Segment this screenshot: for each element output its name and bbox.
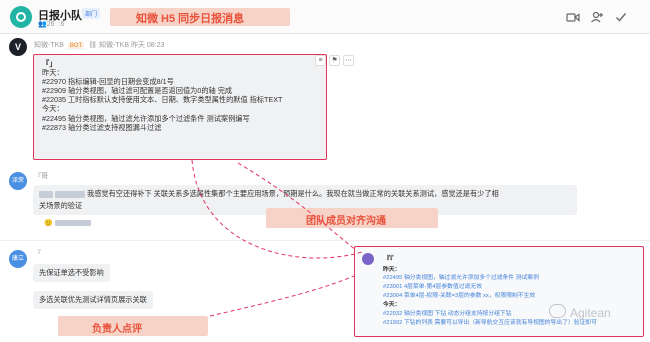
bot-avatar[interactable]: V bbox=[9, 38, 27, 56]
message-divider bbox=[0, 240, 650, 241]
mention-blur bbox=[55, 190, 85, 198]
quote-line: #22495 轴分类视图，轴过滤允许添加多个过滤条件 测试案例 bbox=[383, 275, 539, 281]
bot-line: 今天： bbox=[42, 104, 64, 114]
bot-line: #22970 指标编辑-回显的日期会变成8/1号 bbox=[42, 77, 174, 87]
reply1-sender[interactable]: 『哥 bbox=[34, 171, 48, 181]
bot-author: 『」 bbox=[42, 59, 57, 68]
annotation-bottom: 负责人点评 bbox=[92, 324, 142, 335]
group-logo-icon[interactable] bbox=[10, 6, 32, 28]
bot-message-meta: 知微-TKB BOT ⛓ 知微-TKB 昨天 08:23 bbox=[34, 40, 164, 50]
reply1-line1: 我感觉有空还得补下 关联关系多选属性集那个主要应用场景，预期是什么。我现在就当做… bbox=[39, 188, 571, 200]
reply1-text-line1: 我感觉有空还得补下 关联关系多选属性集那个主要应用场景，预期是什么。我现在就当做… bbox=[87, 189, 499, 198]
more-action-icon[interactable]: ⋯ bbox=[343, 55, 354, 66]
reply2-text2: 多选关联优先测试详情页展示关联 bbox=[39, 295, 147, 304]
reply1-avatar[interactable]: 泽荣 bbox=[9, 172, 27, 190]
bot-sender-repeat: 知微-TKB bbox=[99, 42, 129, 49]
watermark: Agitean bbox=[570, 306, 611, 320]
dept-badge: 部门 bbox=[82, 8, 101, 19]
reply2-bubble-2[interactable]: 多选关联优先测试详情页展示关联 bbox=[33, 291, 153, 309]
flag-action-icon[interactable]: ⚑ bbox=[329, 55, 340, 66]
bot-line: 昨天： bbox=[42, 68, 64, 78]
quote-line: #23004 菜单4层-权限-关联=3层的参数 xx，权限限制不生效 bbox=[383, 293, 536, 299]
member-count: 26 bbox=[46, 21, 55, 28]
quote-line: #21992 下钻的列表 需要可以导出（新导航交互应该就有导视图的导出了）验证即… bbox=[383, 320, 597, 326]
bot-sender[interactable]: 知微-TKB bbox=[34, 42, 64, 49]
reply2-bubble-1[interactable]: 先保证单选不受影响 bbox=[33, 264, 110, 282]
quote-line: 昨天： bbox=[383, 267, 401, 273]
bot-message-bubble[interactable]: 『」 昨天： #22970 指标编辑-回显的日期会变成8/1号 #22909 轴… bbox=[33, 54, 327, 160]
mention-blur bbox=[39, 190, 53, 198]
list-action-icon[interactable]: ≡ bbox=[315, 55, 326, 66]
quote-line: #23001 4层菜单-第4层参数值过滤无效 bbox=[383, 284, 482, 290]
video-icon[interactable] bbox=[566, 10, 580, 24]
check-icon[interactable] bbox=[614, 10, 628, 24]
online-count: 6 bbox=[60, 21, 65, 28]
quote-line: #22932 轴分类视图 下钻 动态分组支持按分组下钻 bbox=[383, 311, 512, 317]
chat-header: 日报小队 部门 👥26 ◌6 知微 H5 同步日报消息 bbox=[0, 0, 650, 34]
reply2-sender[interactable]: 『 bbox=[34, 248, 41, 258]
members-icon: 👥 bbox=[38, 21, 47, 28]
member-stats[interactable]: 👥26 ◌6 bbox=[38, 20, 65, 28]
reply2-avatar[interactable]: 康立 bbox=[9, 250, 27, 268]
bot-line: #22035 工时指标默认支持使用文本、日期、数字类型属性的默值 指标TEXT bbox=[42, 95, 283, 105]
bot-line: #22909 轴分类视图，轴过滤可配置是否返回值为0的轴 完成 bbox=[42, 86, 233, 96]
add-member-icon[interactable] bbox=[590, 10, 604, 24]
emoji-reaction-icon: 🙂 bbox=[44, 220, 53, 227]
reaction-row[interactable]: 🙂 bbox=[44, 219, 91, 231]
wechat-logo-icon bbox=[549, 304, 566, 318]
annotation-top: 知微 H5 同步日报消息 bbox=[136, 13, 245, 25]
quote-author: 『『 bbox=[383, 256, 394, 263]
quote-avatar bbox=[362, 253, 374, 265]
bot-tag: BOT bbox=[67, 43, 85, 49]
quote-line: 今天： bbox=[383, 302, 401, 308]
annotation-middle: 团队成员对齐沟通 bbox=[306, 216, 386, 227]
reply2-text1: 先保证单选不受影响 bbox=[39, 268, 104, 277]
link-icon: ⛓ bbox=[88, 42, 98, 49]
bot-line: #22495 轴分类视图，轴过滤允许添加多个过滤条件 测试案例编写 bbox=[42, 113, 250, 123]
quoted-message-box[interactable]: 『『 昨天： #22495 轴分类视图，轴过滤允许添加多个过滤条件 测试案例 #… bbox=[354, 246, 644, 337]
bot-line: #22873 轴分类过滤支持视图漏斗过滤 bbox=[42, 122, 162, 132]
bot-time: 昨天 08:23 bbox=[130, 42, 165, 49]
reaction-users-blur bbox=[54, 220, 91, 227]
